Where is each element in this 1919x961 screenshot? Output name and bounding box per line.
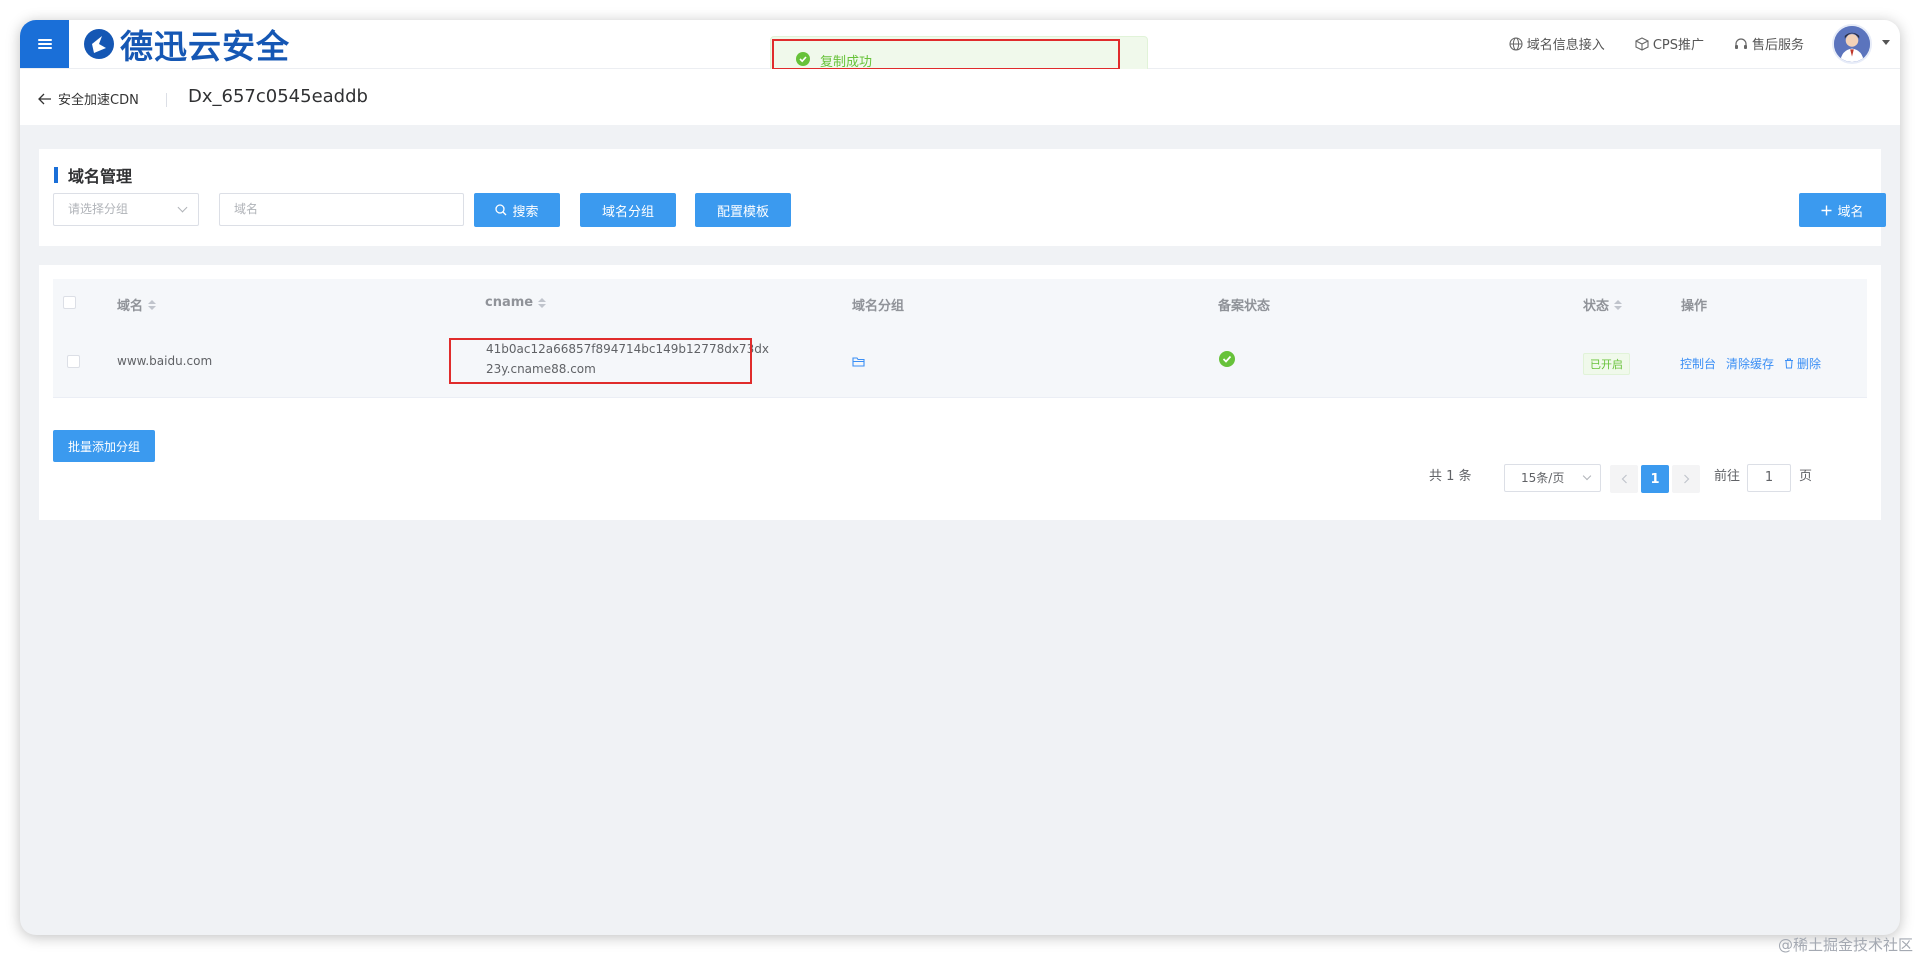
select-all-checkbox[interactable]	[63, 296, 76, 309]
page-number-current[interactable]: 1	[1641, 465, 1669, 493]
delete-link[interactable]: 删除	[1784, 355, 1821, 372]
menu-toggle-button[interactable]	[20, 20, 69, 68]
delete-label: 删除	[1797, 357, 1822, 371]
top-link-label: 售后服务	[1751, 38, 1804, 53]
brand-name: 德迅云安全	[120, 27, 290, 66]
arrow-left-icon	[38, 93, 51, 104]
column-header-domain[interactable]: 域名	[117, 295, 157, 314]
config-template-button-label: 配置模板	[716, 204, 769, 220]
filter-panel: 域名管理 请选择分组 域名 搜索 域名分组 配置模板 域名	[39, 149, 1886, 246]
group-select[interactable]: 请选择分组	[53, 193, 199, 226]
app-window: 德迅云安全 域名信息接入 CPS推广 售后服务 复制成功 安全加速CDN Dx_…	[20, 20, 1900, 935]
section-title: 域名管理	[54, 163, 132, 187]
table-row: www.baidu.com 41b0ac12a66857f894714bc149…	[53, 327, 1867, 398]
console-link[interactable]: 控制台	[1680, 355, 1716, 372]
group-select-placeholder: 请选择分组	[68, 202, 129, 216]
chevron-left-icon	[1621, 474, 1627, 484]
hamburger-icon	[37, 37, 52, 51]
cube-icon	[1635, 36, 1649, 51]
domain-group-button[interactable]: 域名分组	[580, 193, 676, 227]
check-circle-icon	[796, 52, 810, 66]
column-label: 域名分组	[852, 299, 905, 314]
next-page-button[interactable]	[1672, 465, 1700, 493]
add-domain-button[interactable]: 域名	[1799, 193, 1886, 227]
divider	[166, 93, 167, 107]
column-header-actions: 操作	[1681, 295, 1707, 314]
top-link-label: CPS推广	[1652, 38, 1704, 53]
search-icon	[495, 204, 507, 216]
chevron-right-icon	[1683, 474, 1689, 484]
top-link-support[interactable]: 售后服务	[1734, 34, 1804, 53]
add-domain-button-label: 域名	[1837, 204, 1864, 220]
column-header-cname[interactable]: cname	[485, 295, 547, 310]
pagination-total: 共 1 条	[1429, 469, 1472, 484]
folder-icon[interactable]	[852, 356, 865, 367]
sort-icon[interactable]	[538, 297, 547, 308]
breadcrumb: 安全加速CDN Dx_657c0545eaddb	[20, 69, 1900, 125]
top-link-domain-info[interactable]: 域名信息接入	[1509, 34, 1605, 53]
row-checkbox[interactable]	[67, 355, 80, 368]
goto-page-input[interactable]: 1	[1747, 464, 1791, 492]
plus-icon	[1821, 205, 1832, 215]
back-link[interactable]: 安全加速CDN	[38, 89, 139, 108]
column-label: 操作	[1681, 299, 1708, 314]
caret-down-icon[interactable]	[1882, 40, 1890, 45]
column-label: 备案状态	[1218, 299, 1271, 314]
config-template-button[interactable]: 配置模板	[695, 193, 791, 227]
trash-icon	[1785, 358, 1794, 369]
highlight-box	[449, 338, 752, 384]
brand-logo[interactable]: 德迅云安全	[82, 26, 290, 66]
domain-group-button-label: 域名分组	[601, 204, 654, 220]
column-label: cname	[485, 295, 534, 310]
column-header-status[interactable]: 状态	[1583, 295, 1623, 314]
status-badge: 已开启	[1583, 353, 1630, 375]
search-button[interactable]: 搜索	[474, 193, 560, 227]
top-link-label: 域名信息接入	[1526, 38, 1605, 53]
goto-suffix: 页	[1799, 469, 1813, 484]
domain-input[interactable]: 域名	[219, 193, 464, 226]
table-header: 域名 cname 域名分组 备案状态 状态 操作	[53, 279, 1867, 327]
search-button-label: 搜索	[512, 204, 539, 220]
page-size-select[interactable]: 15条/页	[1504, 464, 1601, 492]
top-link-cps[interactable]: CPS推广	[1635, 34, 1704, 53]
domain-input-placeholder: 域名	[234, 202, 259, 216]
batch-add-group-button[interactable]: 批量添加分组	[53, 430, 155, 462]
chevron-down-icon	[177, 202, 188, 213]
user-avatar[interactable]	[1832, 24, 1872, 64]
toast-message: 复制成功	[820, 55, 873, 70]
clear-cache-link[interactable]: 清除缓存	[1726, 355, 1774, 372]
column-label: 域名	[117, 299, 144, 314]
table-panel: 域名 cname 域名分组 备案状态 状态 操作 www.baidu.com 4…	[39, 265, 1881, 520]
back-label: 安全加速CDN	[58, 93, 139, 108]
globe-icon	[1509, 36, 1523, 51]
page-size-label: 15条/页	[1521, 471, 1565, 485]
goto-prefix: 前往	[1714, 469, 1741, 484]
headset-icon	[1734, 37, 1747, 49]
column-header-icp-status: 备案状态	[1218, 295, 1270, 314]
watermark: @稀土掘金技术社区	[1777, 936, 1913, 954]
column-label: 状态	[1583, 299, 1610, 314]
top-links: 域名信息接入 CPS推广 售后服务	[1509, 34, 1804, 53]
brand-mark-icon	[84, 29, 114, 59]
page-title: Dx_657c0545eaddb	[188, 86, 368, 107]
user-avatar-icon	[1834, 26, 1870, 62]
sort-icon[interactable]	[148, 299, 157, 310]
check-circle-icon	[1219, 351, 1235, 367]
sort-icon[interactable]	[1614, 299, 1623, 310]
column-header-group: 域名分组	[852, 295, 904, 314]
row-actions: 控制台 清除缓存 删除	[1680, 355, 1821, 372]
prev-page-button[interactable]	[1610, 465, 1638, 493]
section-title-text: 域名管理	[68, 167, 133, 186]
domain-cell: www.baidu.com	[117, 354, 213, 368]
chevron-down-icon	[1582, 471, 1592, 481]
